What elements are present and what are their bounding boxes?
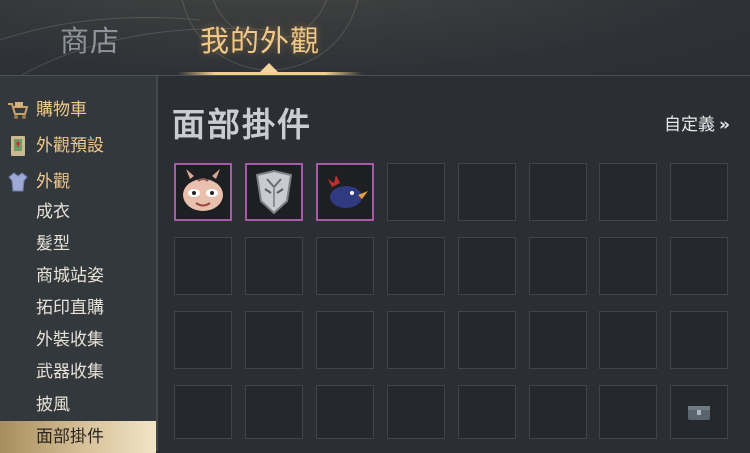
empty-slot[interactable] [670,311,728,369]
sidebar-item-label: 外觀 [36,172,70,192]
sidebar-item-costume-collection[interactable]: 外裝收集 [0,324,156,356]
empty-slot[interactable] [599,163,657,221]
sidebar-item-stance[interactable]: 商城站姿 [0,260,156,292]
locked-slot[interactable] [670,385,728,439]
sidebar-item-label: 武器收集 [36,362,104,382]
top-bar: 商店 我的外觀 [0,0,750,76]
empty-slot[interactable] [529,311,587,369]
empty-slot[interactable] [670,237,728,295]
empty-slot[interactable] [245,311,303,369]
tab-shop[interactable]: 商店 [60,18,120,60]
sidebar: 購物車 外觀預設 外觀 成衣 髮型 商城站姿 拓印直購 外裝收集 武器收集 披風… [0,76,158,453]
empty-slot[interactable] [529,163,587,221]
empty-slot[interactable] [174,237,232,295]
item-slot-dragon-mask[interactable] [174,163,232,221]
empty-slot[interactable] [316,237,374,295]
sidebar-item-hairstyle[interactable]: 髮型 [0,228,156,260]
preset-book-icon [11,136,25,156]
empty-slot[interactable] [245,385,303,439]
sidebar-item-label: 髮型 [36,234,70,254]
sidebar-item-label: 披風 [36,395,70,415]
empty-slot[interactable] [458,311,516,369]
empty-slot[interactable] [529,385,587,439]
sidebar-item-outfit[interactable]: 外觀 [0,166,156,198]
sidebar-item-label: 面部掛件 [36,427,104,447]
chest-icon [688,406,710,420]
empty-slot[interactable] [174,385,232,439]
sidebar-item-label: 商城站姿 [36,266,104,286]
customize-label: 自定義 [664,115,716,135]
main-panel: 面部掛件 自定義» [158,76,750,451]
sidebar-item-label: 購物車 [36,100,87,120]
empty-slot[interactable] [174,311,232,369]
rooster-mask-icon [328,175,368,208]
empty-slot[interactable] [458,237,516,295]
empty-slot[interactable] [245,237,303,295]
dragon-mask-icon [183,169,223,211]
sidebar-item-weapon-collection[interactable]: 武器收集 [0,356,156,388]
empty-slot[interactable] [670,163,728,221]
empty-slot[interactable] [599,311,657,369]
empty-slot[interactable] [316,311,374,369]
sidebar-item-cart[interactable]: 購物車 [0,94,156,126]
empty-slot[interactable] [458,163,516,221]
empty-slot[interactable] [599,385,657,439]
sidebar-item-rubbing[interactable]: 拓印直購 [0,292,156,324]
sidebar-item-preset[interactable]: 外觀預設 [0,130,156,162]
empty-slot[interactable] [529,237,587,295]
empty-slot[interactable] [387,163,445,221]
cart-icon [8,102,29,119]
item-slot-silver-mask[interactable] [245,163,303,221]
double-chevron-right-icon: » [719,115,730,135]
tab-my-appearance[interactable]: 我的外觀 [200,18,320,60]
sidebar-item-cape[interactable]: 披風 [0,389,156,421]
sidebar-item-face-accessory[interactable]: 面部掛件 [0,421,156,453]
item-slot-rooster-mask[interactable] [316,163,374,221]
sidebar-item-label: 拓印直購 [36,298,104,318]
active-tab-caret-icon [260,63,278,72]
sidebar-item-label: 成衣 [36,202,70,222]
empty-slot[interactable] [458,385,516,439]
empty-slot[interactable] [316,385,374,439]
customize-button[interactable]: 自定義» [664,110,730,135]
silver-mask-icon [255,169,293,215]
empty-slot[interactable] [387,237,445,295]
sidebar-item-clothing[interactable]: 成衣 [0,196,156,228]
sidebar-item-label: 外觀預設 [36,136,104,156]
page-title: 面部掛件 [172,105,312,144]
outfit-icon [8,172,28,192]
empty-slot[interactable] [599,237,657,295]
empty-slot[interactable] [387,385,445,439]
sidebar-item-label: 外裝收集 [36,330,104,350]
empty-slot[interactable] [387,311,445,369]
